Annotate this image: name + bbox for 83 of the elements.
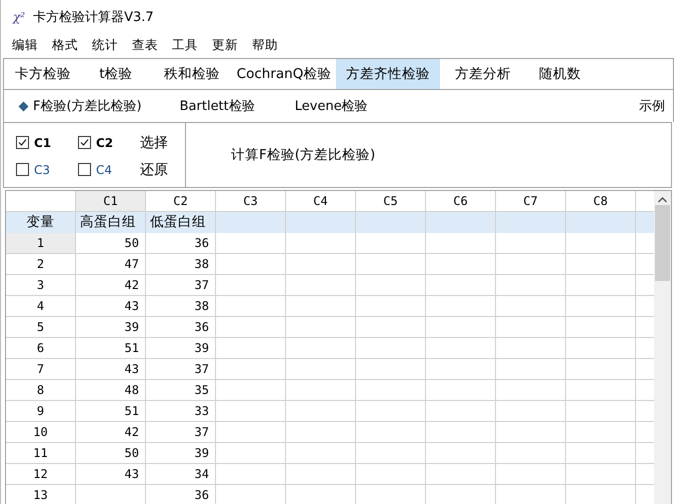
column-header[interactable]: C1 — [76, 191, 145, 211]
row-header[interactable]: 10 — [6, 422, 75, 442]
vertical-scrollbar[interactable] — [654, 191, 671, 504]
row-header[interactable]: 5 — [6, 317, 75, 337]
menu-item[interactable]: 帮助 — [245, 36, 285, 54]
table-cell-text: 43 — [124, 361, 140, 378]
table-cell-text: 37 — [194, 277, 210, 294]
tab[interactable]: CochranQ检验 — [232, 59, 336, 89]
column-header[interactable]: C6 — [426, 191, 495, 211]
table-cell-text: 42 — [124, 424, 140, 441]
table-cell-text: 51 — [124, 340, 140, 357]
checkbox-label[interactable]: C3 — [34, 162, 50, 176]
table-cell-text: 50 — [124, 235, 140, 252]
menu-item[interactable]: 格式 — [45, 36, 85, 54]
menu-item[interactable]: 工具 — [165, 36, 205, 54]
checkbox[interactable] — [16, 163, 29, 176]
table-cell-text: 36 — [194, 235, 210, 252]
checkbox[interactable] — [78, 163, 91, 176]
row-header[interactable]: 3 — [6, 275, 75, 295]
table-cell-text: 36 — [194, 487, 210, 504]
table-cell-text: 39 — [124, 319, 140, 336]
column-header[interactable]: C3 — [216, 191, 285, 211]
table-cell-text: 34 — [194, 466, 210, 483]
checkbox-label[interactable]: C1 — [34, 136, 52, 150]
compute-button[interactable]: 计算F检验(方差比检验) — [231, 146, 376, 164]
table-cell-text: 37 — [194, 424, 210, 441]
row-header[interactable]: 2 — [6, 254, 75, 274]
variable-name-cell[interactable]: 低蛋白组 — [146, 212, 215, 232]
checkbox[interactable] — [78, 136, 91, 149]
table-cell-text: 51 — [124, 403, 140, 420]
row-header[interactable]: 7 — [6, 359, 75, 379]
variable-name-cell[interactable]: 高蛋白组 — [76, 212, 145, 232]
subtab[interactable]: Bartlett检验 — [180, 97, 255, 115]
scroll-up-icon[interactable] — [658, 197, 667, 203]
checkbox-label[interactable]: C2 — [96, 136, 114, 150]
variable-header: 变量 — [26, 213, 56, 232]
tab[interactable]: 随机数 — [526, 59, 594, 89]
table-cell-text: 38 — [194, 298, 210, 315]
row-header[interactable]: 13 — [6, 485, 75, 504]
app-icon: χ² — [13, 10, 26, 24]
column-header[interactable]: C7 — [496, 191, 565, 211]
reset-button[interactable]: 还原 — [140, 160, 190, 178]
row-header[interactable]: 11 — [6, 443, 75, 463]
row-header[interactable]: 1 — [6, 233, 75, 253]
checkbox-label[interactable]: C4 — [96, 162, 112, 176]
table-cell-text: 43 — [124, 298, 140, 315]
tab[interactable]: 方差齐性检验 — [336, 59, 440, 89]
menu-item[interactable]: 查表 — [125, 36, 165, 54]
column-header[interactable]: C8 — [566, 191, 635, 211]
scrollbar-thumb[interactable] — [655, 205, 670, 281]
example-link[interactable]: 示例 — [639, 97, 665, 115]
tab[interactable]: 秩和检验 — [152, 59, 232, 89]
window-title: 卡方检验计算器V3.7 — [33, 9, 154, 26]
checkbox[interactable] — [16, 136, 29, 149]
column-header[interactable]: C5 — [356, 191, 425, 211]
tab[interactable]: 卡方检验 — [6, 59, 80, 89]
menu-item[interactable]: 编辑 — [5, 36, 45, 54]
tab[interactable]: t检验 — [80, 59, 152, 89]
table-cell-text: 42 — [124, 277, 140, 294]
row-header[interactable]: 12 — [6, 464, 75, 484]
tab[interactable]: 方差分析 — [440, 59, 526, 89]
column-header[interactable]: C2 — [146, 191, 215, 211]
subtab[interactable]: F检验(方差比检验) — [20, 97, 142, 115]
row-header[interactable]: 9 — [6, 401, 75, 421]
table-cell-text: 37 — [194, 361, 210, 378]
table-cell-text: 36 — [194, 319, 210, 336]
table-cell-text: 47 — [124, 256, 140, 273]
column-header[interactable]: C4 — [286, 191, 355, 211]
table-cell-text: 43 — [124, 466, 140, 483]
table-cell-text: 38 — [194, 256, 210, 273]
table-cell-text: 48 — [124, 382, 140, 399]
select-button[interactable]: 选择 — [140, 134, 190, 152]
row-header[interactable]: 6 — [6, 338, 75, 358]
row-header[interactable]: 8 — [6, 380, 75, 400]
menu-item[interactable]: 统计 — [85, 36, 125, 54]
menu-item[interactable]: 更新 — [205, 36, 245, 54]
table-cell-text: 39 — [194, 340, 210, 357]
table-cell-text: 50 — [124, 445, 140, 462]
table-cell-text: 35 — [194, 382, 210, 399]
table-cell-text: 33 — [194, 403, 210, 420]
table-cell-text: 39 — [194, 445, 210, 462]
subtab[interactable]: Levene检验 — [294, 97, 368, 115]
row-header[interactable]: 4 — [6, 296, 75, 316]
